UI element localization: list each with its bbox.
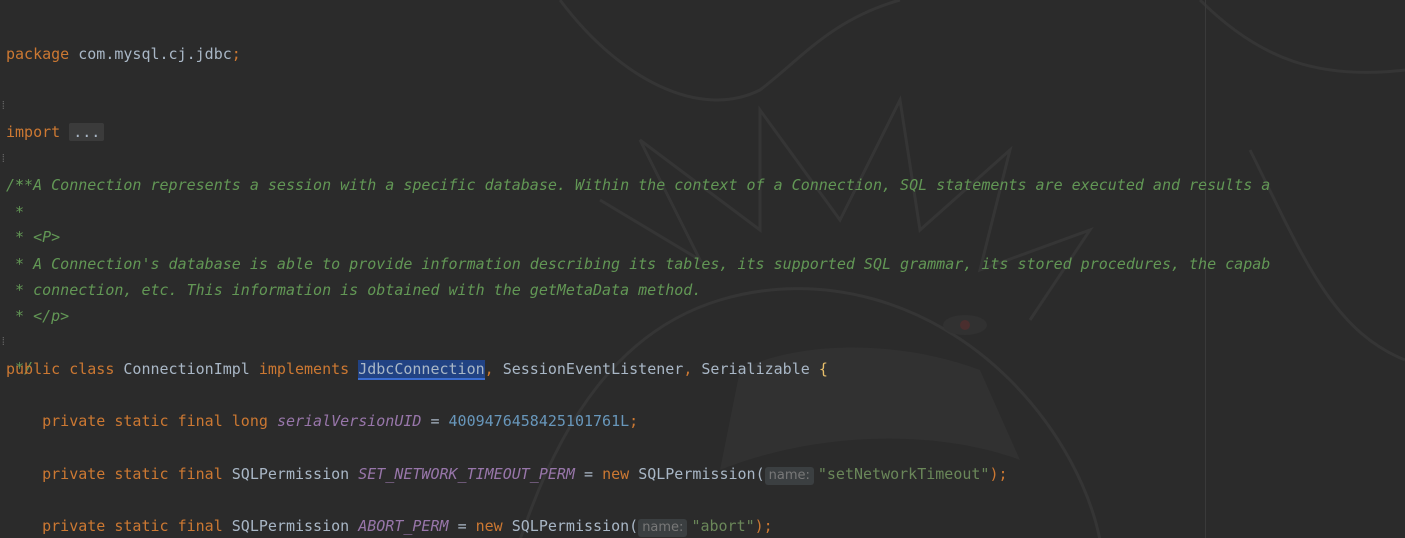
open-brace: { [818,360,828,378]
folded-imports[interactable]: ... [69,123,105,141]
javadoc-text: * A Connection represents a session with… [6,176,1271,194]
comma: , [683,360,693,378]
statement-end: ); [989,465,1008,483]
code-line-class-declaration[interactable]: public class ConnectionImpl implements J… [0,330,828,380]
keyword-final: final [177,517,223,535]
semicolon: ; [231,45,241,63]
code-line-doc-end[interactable]: ⁞ */ [0,303,36,377]
equals-sign: = [457,517,467,535]
code-line-import[interactable]: ⁞ import ... [0,67,105,141]
keyword-private: private [42,412,106,430]
keyword-package: package [6,45,70,63]
class-name[interactable]: ConnectionImpl [123,360,249,378]
code-line-doc-2[interactable]: * [0,173,36,221]
string-literal: "setNetworkTimeout" [817,465,990,483]
code-line-doc-4[interactable]: * A Connection's database is able to pro… [0,225,1270,273]
parameter-hint: name: [764,467,814,485]
keyword-private: private [42,517,106,535]
type-sqlpermission[interactable]: SQLPermission [232,517,349,535]
keyword-final: final [177,412,223,430]
code-editor[interactable]: package com.mysql.cj.jdbc; ⁞ import ... … [0,0,1405,538]
code-line-doc-start[interactable]: ⁞ /** [0,120,36,194]
code-line-package[interactable]: package com.mysql.cj.jdbc; [0,15,241,63]
code-line-doc-6[interactable]: * </p> [0,277,69,325]
code-line-doc-1[interactable]: * A Connection represents a session with… [0,146,1270,194]
type-long: long [231,412,268,430]
field-serialversionuid[interactable]: serialVersionUID [277,412,422,430]
type-sqlpermission[interactable]: SQLPermission [232,465,349,483]
comma: , [484,360,494,378]
keyword-static: static [114,465,169,483]
fold-marker-icon[interactable]: ⁞ [0,93,7,119]
keyword-static: static [114,517,169,535]
javadoc-tag: <P> [33,228,61,246]
keyword-static: static [114,412,169,430]
semicolon: ; [629,412,639,430]
interface-sessioneventlistener[interactable]: SessionEventListener [503,360,684,378]
javadoc-tag: </p> [33,307,70,325]
field-abort-perm[interactable]: ABORT_PERM [358,517,448,535]
keyword-final: final [177,465,223,483]
constructor-call[interactable]: SQLPermission( [638,465,764,483]
code-line-doc-5[interactable]: * connection, etc. This information is o… [0,251,701,299]
keyword-new: new [602,465,630,483]
code-line-set-network-timeout-perm[interactable]: private static final SQLPermission SET_N… [0,435,1008,485]
equals-sign: = [584,465,594,483]
package-name: com.mysql.cj.jdbc [78,45,232,63]
constructor-call[interactable]: SQLPermission( [512,517,638,535]
statement-end: ); [754,517,773,535]
keyword-private: private [42,465,106,483]
selected-interface-jdbcconnection[interactable]: JdbcConnection [358,360,485,380]
number-literal: 4009476458425101761L [448,412,630,430]
string-literal: "abort" [691,517,755,535]
javadoc-text: * connection, etc. This information is o… [6,281,702,299]
code-line-doc-3[interactable]: * <P> [0,198,60,246]
keyword-implements: implements [258,360,350,378]
keyword-new: new [475,517,503,535]
keyword-public: public [6,360,61,378]
javadoc-text: * A Connection's database is able to pro… [6,255,1271,273]
code-line-abort-perm[interactable]: private static final SQLPermission ABORT… [0,487,773,537]
interface-serializable[interactable]: Serializable [701,360,809,378]
field-set-network-timeout-perm[interactable]: SET_NETWORK_TIMEOUT_PERM [358,465,575,483]
equals-sign: = [430,412,440,430]
code-line-serial-version[interactable]: private static final long serialVersionU… [0,382,638,430]
parameter-hint: name: [638,519,688,537]
keyword-class: class [69,360,115,378]
